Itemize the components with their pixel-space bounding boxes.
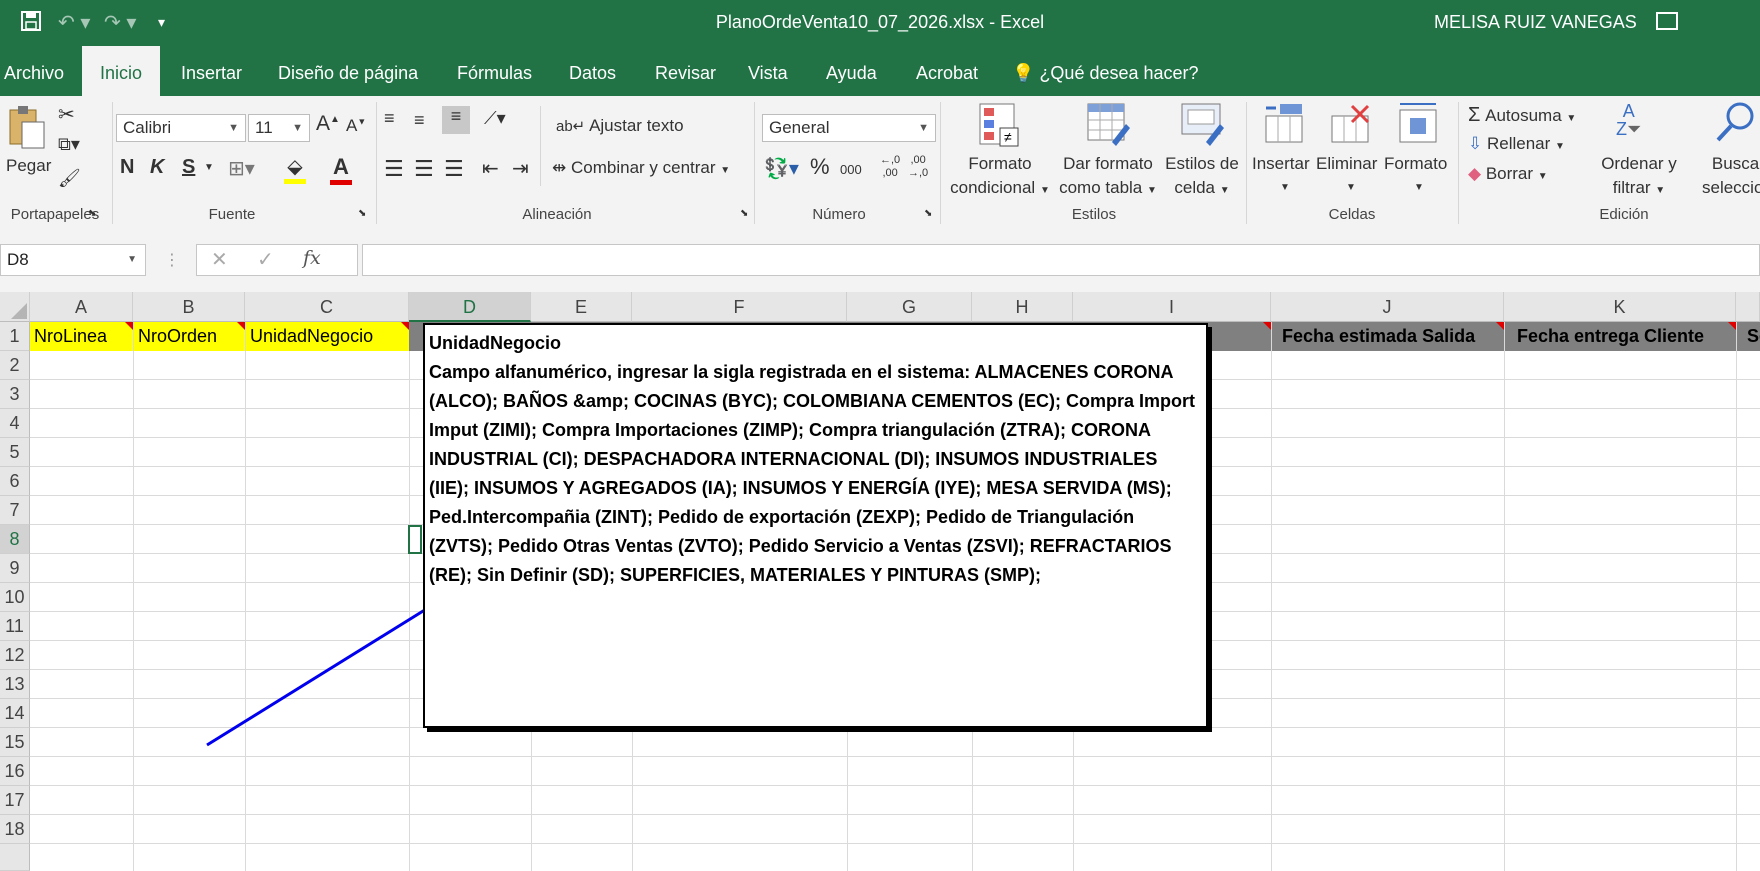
comment-body: Campo alfanumérico, ingresar la sigla re… [429,362,1195,585]
cell-comment-popup: UnidadNegocio Campo alfanumérico, ingres… [423,323,1208,728]
comment-title: UnidadNegocio [429,333,562,353]
